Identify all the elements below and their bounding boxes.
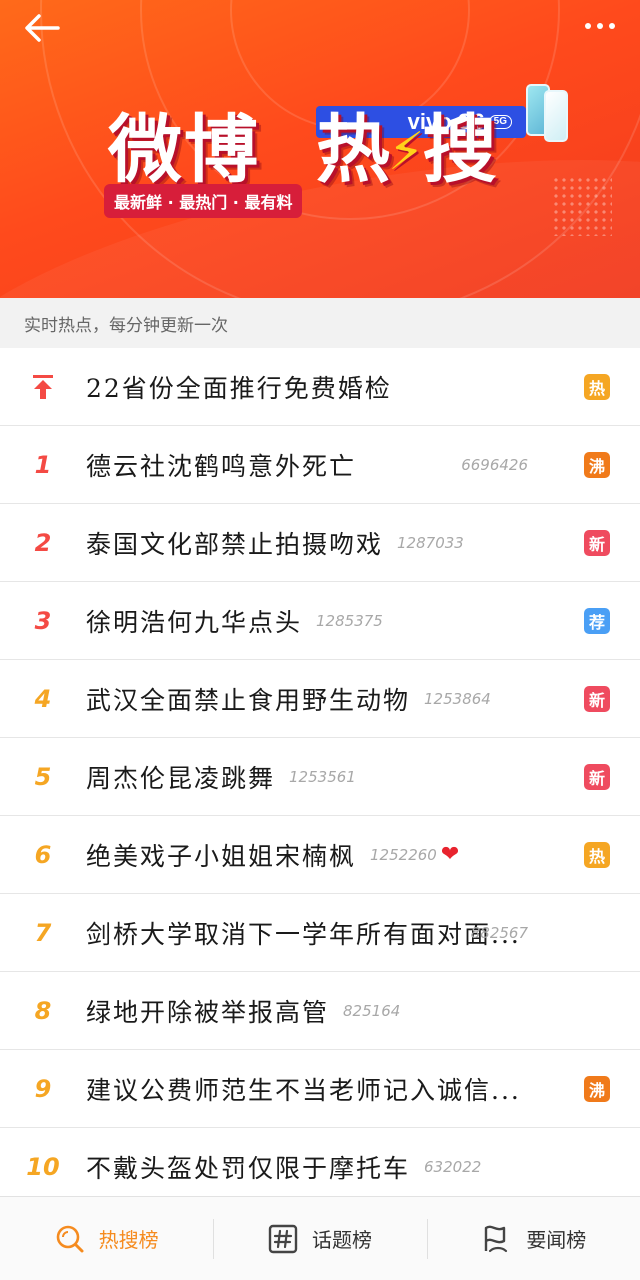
heat-count: 882567 (470, 923, 528, 942)
rank-number: 6 (34, 840, 52, 869)
list-item[interactable]: 10 不戴头盔处罚仅限于摩托车 632022 (0, 1128, 640, 1196)
tab-hot-search[interactable]: 热搜榜 (0, 1197, 213, 1280)
more-dot-icon (597, 23, 603, 29)
rank-number: 3 (34, 606, 52, 635)
rank-number: 2 (34, 528, 52, 557)
heat-count: 6696426 (461, 455, 528, 474)
list-item[interactable]: 7 剑桥大学取消下一学年所有面对面... 882567 (0, 894, 640, 972)
heat-count: 825164 (343, 1001, 401, 1020)
flag-icon (485, 1225, 508, 1252)
status-badge: 新 (584, 763, 610, 790)
topic-title: 德云社沈鹤鸣意外死亡 (86, 451, 357, 481)
search-icon (56, 1225, 84, 1252)
heat-count: 1253864 (424, 689, 491, 708)
tab-label: 要闻榜 (526, 1228, 587, 1252)
weibo-hot-search-logo: vivo S6 5G 微博 热⚡搜 最新鲜 · 最热门 · 最有料 (104, 84, 568, 238)
status-badge: 新 (584, 529, 610, 556)
heat-count: 1253561 (289, 767, 356, 786)
topic-title: 武汉全面禁止食用野生动物 (86, 685, 411, 715)
list-item[interactable]: 1 德云社沈鹤鸣意外死亡 6696426 沸 (0, 426, 640, 504)
heat-count: 632022 (424, 1157, 482, 1176)
rank-number: 5 (34, 762, 52, 791)
status-badge: 新 (584, 685, 610, 712)
heat-count: 1287033 (397, 533, 464, 552)
logo-text-sou: 搜 (422, 107, 499, 193)
rank-number: 10 (26, 1152, 60, 1181)
more-dot-icon (609, 23, 615, 29)
topic-title: 22省份全面推行免费婚检 (86, 373, 392, 403)
logo-text-re: 热 (316, 107, 392, 193)
hot-search-list: 22省份全面推行免费婚检热 1 德云社沈鹤鸣意外死亡 6696426 沸 2 泰国文化部禁止… (0, 348, 640, 1196)
topic-title: 剑桥大学取消下一学年所有面对面... (86, 919, 521, 949)
status-badge: 沸 (584, 1075, 610, 1102)
logo-tagline: 最新鲜 · 最热门 · 最有料 (104, 184, 303, 218)
pin-top-icon (0, 374, 86, 400)
topic-title: 建议公费师范生不当老师记入诚信... (86, 1075, 521, 1105)
hashtag-icon (268, 1224, 298, 1253)
topic-title: 绿地开除被举报高管 (86, 997, 330, 1027)
status-badge: 热 (584, 373, 610, 400)
list-item[interactable]: 8 绿地开除被举报高管 825164 (0, 972, 640, 1050)
heat-count: 1285375 (316, 611, 383, 630)
status-badge: 沸 (584, 451, 610, 478)
more-dot-icon (585, 23, 591, 29)
back-arrow-icon (25, 14, 60, 42)
logo-text-weibo: 微博 (108, 107, 260, 193)
rank-number: 4 (34, 684, 52, 713)
hot-search-banner: vivo S6 5G 微博 热⚡搜 最新鲜 · 最热门 · 最有料 (0, 0, 640, 298)
tab-topics[interactable]: 话题榜 (213, 1197, 426, 1280)
dot-pattern-decoration (552, 176, 612, 236)
lightning-bolt-icon: ⚡ (388, 122, 427, 182)
list-item[interactable]: 3 徐明浩何九华点头 1285375 荐 (0, 582, 640, 660)
rank-number: 1 (34, 450, 52, 479)
heat-count: 1252260 (370, 845, 437, 864)
list-item[interactable]: 2 泰国文化部禁止拍摄吻戏 1287033 新 (0, 504, 640, 582)
heart-emoji-icon: ❤ (440, 842, 460, 867)
list-item[interactable]: 4 武汉全面禁止食用野生动物 1253864 新 (0, 660, 640, 738)
topic-title: 不戴头盔处罚仅限于摩托车 (86, 1153, 411, 1183)
more-options-button[interactable] (576, 10, 624, 42)
list-item[interactable]: 5 周杰伦昆凌跳舞 1253561 新 (0, 738, 640, 816)
tab-label: 话题榜 (311, 1228, 372, 1252)
tab-news[interactable]: 要闻榜 (426, 1197, 640, 1280)
topic-title: 徐明浩何九华点头 (86, 607, 303, 637)
rank-number: 9 (34, 1074, 52, 1103)
update-notice-text: 实时热点，每分钟更新一次 (24, 315, 228, 336)
rank-number: 8 (34, 996, 52, 1025)
topic-title: 泰国文化部禁止拍摄吻戏 (86, 529, 384, 559)
tab-label: 热搜榜 (98, 1228, 159, 1252)
rank-number: 7 (34, 918, 52, 947)
pinned-list-item[interactable]: 22省份全面推行免费婚检 热 (0, 348, 640, 426)
bottom-tab-bar: 热搜榜 话题榜 要闻榜 (0, 1196, 640, 1280)
status-badge: 荐 (584, 607, 610, 634)
back-button[interactable] (18, 8, 66, 48)
update-notice: 实时热点，每分钟更新一次 (0, 298, 640, 348)
phone-image (524, 84, 572, 142)
list-item[interactable]: 6 绝美戏子小姐姐宋楠枫 1252260 ❤ 热 (0, 816, 640, 894)
status-badge: 热 (584, 841, 610, 868)
list-item[interactable]: 9 建议公费师范生不当老师记入诚信... 沸 (0, 1050, 640, 1128)
topic-title: 周杰伦昆凌跳舞 (86, 763, 276, 793)
logo-title: 微博 热⚡搜 (108, 90, 499, 197)
topic-title: 绝美戏子小姐姐宋楠枫 (86, 841, 357, 871)
